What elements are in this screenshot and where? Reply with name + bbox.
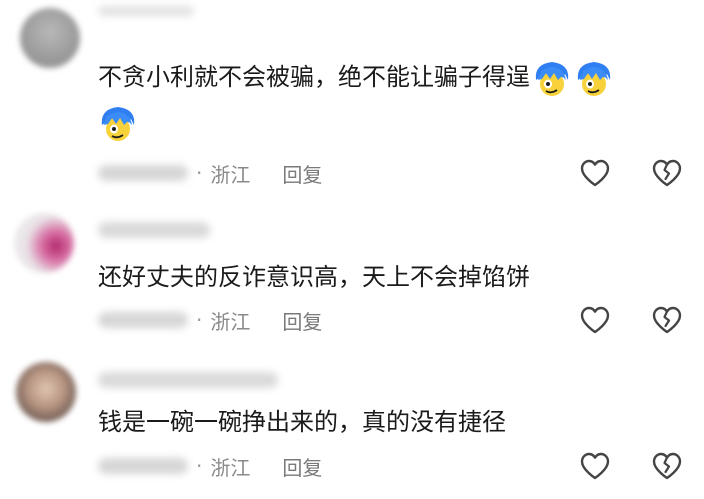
username-blurred[interactable] [98,222,210,238]
username-blurred[interactable] [98,6,194,16]
heart-outline-icon [580,306,610,334]
comment-text-content: 还好丈夫的反诈意识高，天上不会掉馅饼 [98,263,530,291]
ip-region: 浙江 [210,455,251,480]
reply-button[interactable]: 回复 [282,159,322,188]
comment-text-content: 不贪小利就不会被骗，绝不能让骗子得逞 [98,63,530,91]
comment-text-content: 钱是一碗一碗挣出来的，真的没有捷径 [98,408,506,436]
broken-heart-outline-icon [652,306,682,334]
emoji-icon [532,58,572,98]
avatar[interactable] [16,362,76,422]
timestamp-blurred [98,165,188,181]
like-button[interactable] [578,303,612,337]
comment-text: 还好丈夫的反诈意识高，天上不会掉馅饼 [98,260,530,294]
timestamp-blurred [98,312,188,328]
like-button[interactable] [578,449,612,483]
meta-separator: · [196,308,203,332]
like-button[interactable] [578,156,612,190]
emoji-icon [98,103,138,143]
dislike-button[interactable] [650,303,684,337]
heart-outline-icon [580,452,610,480]
comment-meta: · 浙江 回复 [98,451,322,481]
broken-heart-outline-icon [652,159,682,187]
dislike-button[interactable] [650,156,684,190]
ip-region: 浙江 [210,162,251,187]
avatar[interactable] [14,213,74,273]
reply-button[interactable]: 回复 [282,306,322,335]
ip-region: 浙江 [210,309,251,334]
avatar[interactable] [20,8,80,68]
dislike-button[interactable] [650,449,684,483]
comment-text: 不贪小利就不会被骗，绝不能让骗子得逞 [98,58,614,98]
meta-separator: · [196,454,203,478]
reply-button[interactable]: 回复 [282,452,322,481]
comment-meta: · 浙江 回复 [98,158,322,188]
meta-separator: · [196,161,203,185]
comment-meta: · 浙江 回复 [98,305,322,335]
timestamp-blurred [98,458,188,474]
broken-heart-outline-icon [652,452,682,480]
username-blurred[interactable] [98,372,278,388]
emoji-icon [574,58,614,98]
comment-text: 钱是一碗一碗挣出来的，真的没有捷径 [98,405,506,439]
heart-outline-icon [580,159,610,187]
